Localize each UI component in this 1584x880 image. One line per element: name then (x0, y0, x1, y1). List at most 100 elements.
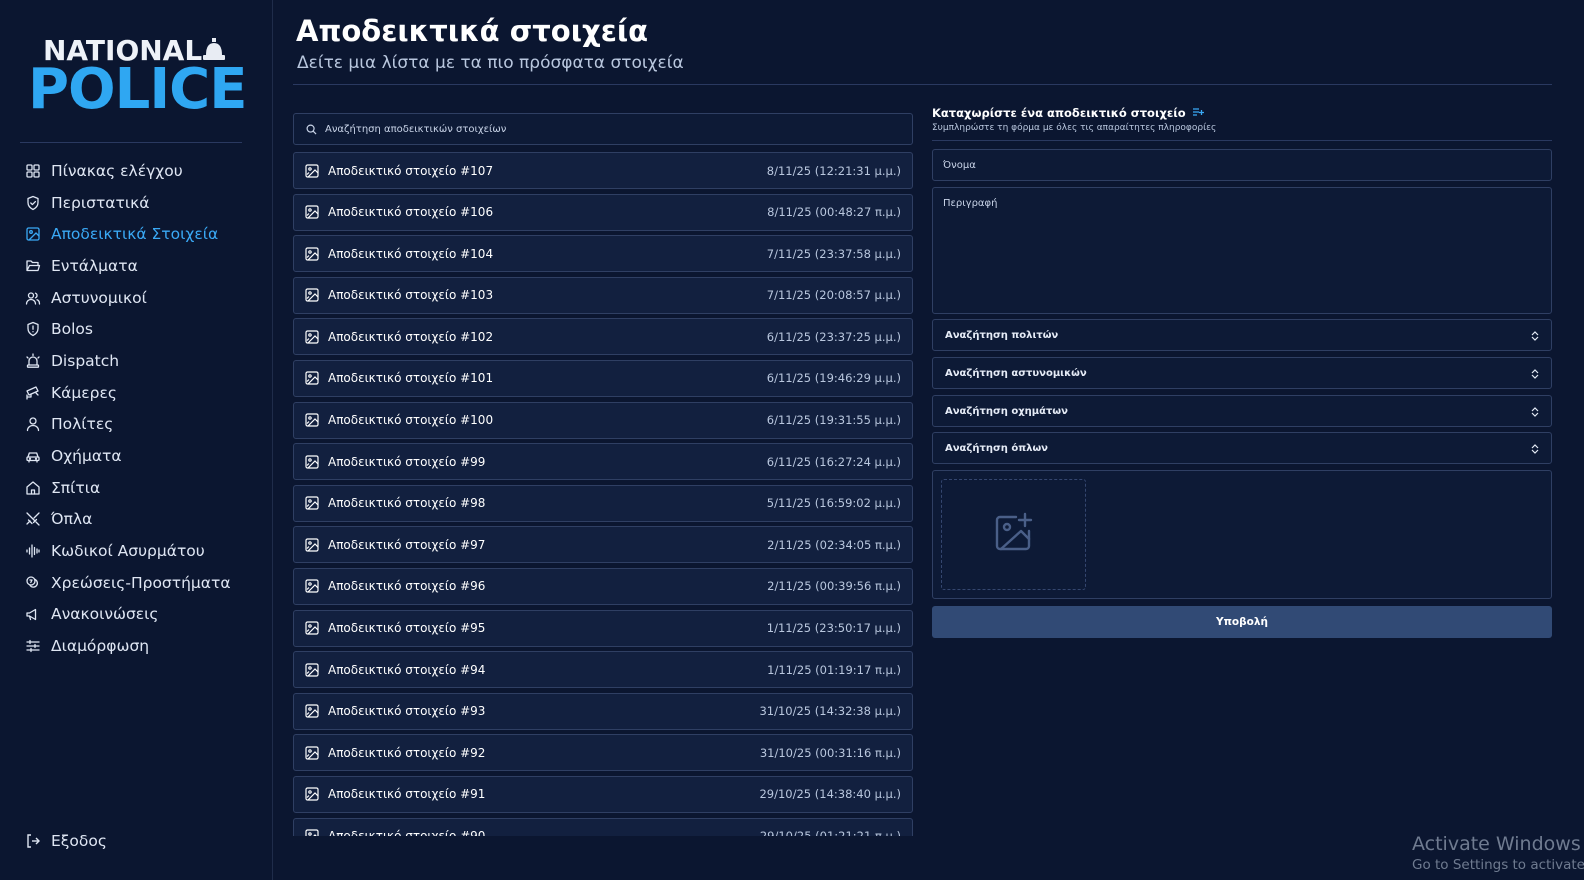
description-textarea[interactable] (933, 188, 1551, 313)
select-weapons-label: Αναζήτηση όπλων (945, 442, 1048, 454)
select-citizens-label: Αναζήτηση πολιτών (945, 329, 1059, 341)
select-weapons[interactable]: Αναζήτηση όπλων (932, 432, 1552, 464)
image-icon (305, 746, 319, 760)
sidebar-item-2[interactable]: Περιστατικά (22, 187, 262, 219)
form-title-text: Καταχωρίστε ένα αποδεικτικό στοιχείο (932, 106, 1186, 120)
evidence-row[interactable]: Αποδεικτικό στοιχείο #93 31/10/25 (14:32:… (293, 692, 913, 730)
sidebar-item-5[interactable]: Αστυνομικοί (22, 282, 262, 314)
evidence-row[interactable]: Αποδεικτικό στοιχείο #107 8/11/25 (12:21:… (293, 152, 913, 189)
evidence-name: Αποδεικτικό στοιχείο #98 (328, 496, 486, 511)
image-icon (305, 787, 319, 802)
sidebar-item-14[interactable]: Χρεώσεις-Προστήματα (22, 567, 262, 599)
evidence-name: Αποδεικτικό στοιχείο #92 (328, 745, 486, 760)
dashboard-grid-icon (24, 162, 42, 180)
sidebar-item-15[interactable]: Ανακοινώσεις (22, 599, 262, 631)
evidence-date: 8/11/25 (12:21:31 μ.μ.) (766, 163, 901, 178)
evidence-name: Αποδεικτικό στοιχείο #99 (328, 454, 486, 469)
evidence-row[interactable]: Αποδεικτικό στοιχείο #94 1/11/25 (01:19:1… (293, 651, 913, 689)
sidebar-item-8[interactable]: Κάμερες (22, 377, 262, 409)
image-icon (305, 288, 319, 302)
sidebar-nav: Πίνακας ελέγχου Περιστατικά Αποδεικτικά Στ… (22, 155, 262, 662)
sidebar: NATIONAL POLICE Πίνακας ελέγχου Περιστατι… (0, 0, 273, 880)
select-officers-label: Αναζήτηση αστυνομικών (945, 367, 1087, 379)
image-upload-dropzone[interactable] (941, 479, 1086, 590)
sidebar-item-7[interactable]: Dispatch (22, 345, 262, 377)
image-icon (305, 704, 319, 718)
evidence-row[interactable]: Αποδεικτικό στοιχείο #91 29/10/25 (14:38:… (293, 775, 913, 813)
select-vehicles[interactable]: Αναζήτηση οχημάτων (932, 395, 1552, 427)
image-icon (305, 496, 319, 510)
national-police-logo: NATIONAL POLICE (28, 30, 248, 120)
sidebar-item-label: Σπίτια (51, 478, 101, 497)
evidence-row[interactable]: Αποδεικτικό στοιχείο #96 2/11/25 (00:39:5… (293, 567, 913, 605)
sidebar-item-label: Κάμερες (51, 383, 117, 402)
sidebar-item-label: Κωδικοί Ασυρμάτου (51, 542, 205, 561)
chevrons-up-down-icon (1531, 364, 1539, 383)
search-input[interactable] (325, 123, 885, 135)
evidence-row[interactable]: Αποδεικτικό στοιχείο #106 8/11/25 (00:48:… (293, 193, 913, 231)
sidebar-item-1[interactable]: Πίνακας ελέγχου (22, 155, 262, 187)
evidence-name: Αποδεικτικό στοιχείο #90 (328, 829, 486, 836)
evidence-row[interactable]: Αποδεικτικό στοιχείο #104 7/11/25 (23:37:… (293, 235, 913, 273)
evidence-row[interactable]: Αποδεικτικό στοιχείο #99 6/11/25 (16:27:2… (293, 443, 913, 481)
image-icon (305, 621, 319, 635)
evidence-date: 8/11/25 (00:48:27 π.μ.) (767, 205, 901, 220)
siren-icon (24, 352, 42, 370)
evidence-date: 6/11/25 (23:37:25 μ.μ.) (766, 329, 901, 344)
list-plus-icon (1192, 106, 1204, 120)
image-icon (305, 330, 319, 344)
evidence-row[interactable]: Αποδεικτικό στοιχείο #90 29/10/25 (01:21:… (293, 817, 913, 836)
submit-button[interactable]: Υποβολή (932, 606, 1552, 638)
image-upload-area (932, 470, 1552, 599)
folder-open-icon (24, 257, 42, 275)
form-divider (932, 140, 1552, 141)
evidence-date: 1/11/25 (01:19:17 π.μ.) (767, 662, 901, 677)
evidence-row[interactable]: Αποδεικτικό στοιχείο #92 31/10/25 (00:31:… (293, 734, 913, 772)
sidebar-item-label: Ανακοινώσεις (51, 605, 159, 624)
cctv-icon (24, 384, 42, 402)
evidence-row[interactable]: Αποδεικτικό στοιχείο #102 6/11/25 (23:37:… (293, 318, 913, 356)
sidebar-item-10[interactable]: Οχήματα (22, 440, 262, 472)
evidence-row[interactable]: Αποδεικτικό στοιχείο #100 6/11/25 (19:31:… (293, 401, 913, 439)
sidebar-item-label: Αστυνομικοί (51, 288, 147, 307)
evidence-date: 2/11/25 (00:39:56 π.μ.) (767, 579, 901, 594)
sidebar-item-12[interactable]: Όπλα (22, 504, 262, 536)
sidebar-item-16[interactable]: Διαμόρφωση (22, 630, 262, 662)
evidence-row[interactable]: Αποδεικτικό στοιχείο #98 5/11/25 (16:59:0… (293, 484, 913, 522)
image-icon (305, 663, 319, 677)
name-input[interactable] (933, 150, 1551, 180)
evidence-name: Αποδεικτικό στοιχείο #102 (328, 329, 494, 344)
evidence-name: Αποδεικτικό στοιχείο #91 (328, 787, 486, 802)
sidebar-item-label: Αποδεικτικά Στοιχεία (51, 225, 219, 244)
sidebar-item-3[interactable]: Αποδεικτικά Στοιχεία (22, 218, 262, 250)
evidence-date: 7/11/25 (23:37:58 μ.μ.) (766, 246, 901, 261)
sidebar-item-label: Bolos (51, 320, 93, 339)
evidence-name: Αποδεικτικό στοιχείο #100 (328, 413, 494, 428)
sidebar-item-9[interactable]: Πολίτες (22, 409, 262, 441)
logout-button[interactable]: Εξοδος (22, 827, 107, 855)
page-title: Αποδεικτικά στοιχεία (296, 14, 649, 48)
chevrons-up-down-icon (1531, 402, 1539, 421)
search-icon (306, 120, 317, 139)
sidebar-item-label: Περιστατικά (51, 193, 150, 212)
header-divider (293, 84, 1552, 85)
sidebar-item-label: Όπλα (51, 510, 93, 529)
sidebar-item-4[interactable]: Εντάλματα (22, 250, 262, 282)
sidebar-item-13[interactable]: Κωδικοί Ασυρμάτου (22, 535, 262, 567)
evidence-row[interactable]: Αποδεικτικό στοιχείο #103 7/11/25 (20:08:… (293, 276, 913, 314)
evidence-row[interactable]: Αποδεικτικό στοιχείο #101 6/11/25 (19:46:… (293, 359, 913, 397)
sidebar-item-11[interactable]: Σπίτια (22, 472, 262, 504)
select-officers[interactable]: Αναζήτηση αστυνομικών (932, 357, 1552, 389)
evidence-date: 1/11/25 (23:50:17 μ.μ.) (766, 621, 901, 636)
evidence-date: 2/11/25 (02:34:05 π.μ.) (767, 537, 901, 552)
evidence-name: Αποδεικτικό στοιχείο #96 (328, 579, 486, 594)
image-icon (305, 538, 319, 552)
sidebar-item-label: Dispatch (51, 351, 120, 370)
audio-wave-icon (24, 542, 42, 560)
sidebar-item-6[interactable]: Bolos (22, 313, 262, 345)
select-citizens[interactable]: Αναζήτηση πολιτών (932, 319, 1552, 351)
evidence-name: Αποδεικτικό στοιχείο #104 (328, 246, 494, 261)
evidence-row[interactable]: Αποδεικτικό στοιχείο #97 2/11/25 (02:34:0… (293, 526, 913, 564)
person-icon (24, 415, 42, 433)
evidence-row[interactable]: Αποδεικτικό στοιχείο #95 1/11/25 (23:50:1… (293, 609, 913, 647)
